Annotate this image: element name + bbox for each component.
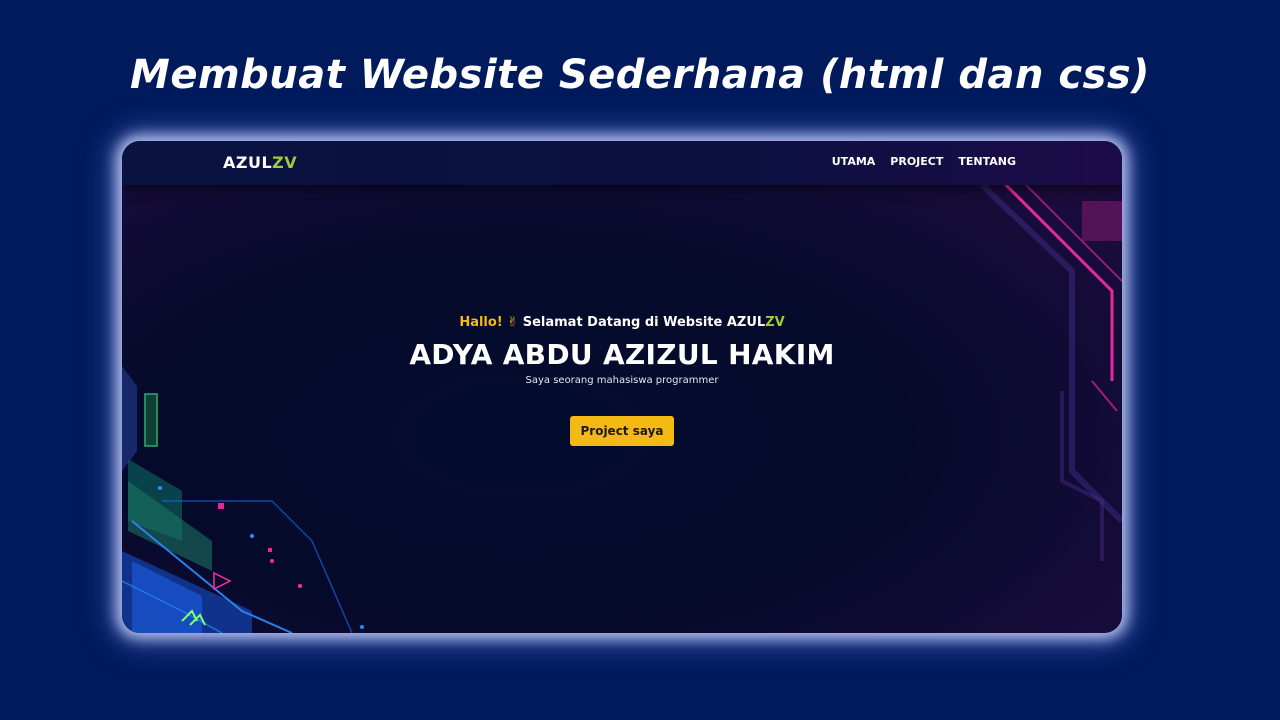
greeting-hallo: Hallo! [459, 315, 503, 330]
hero-section: Hallo! ✌ Selamat Datang di Website AZULZ… [122, 315, 1122, 446]
victory-hand-icon: ✌ [507, 315, 519, 330]
brand-accent-text: ZV [272, 153, 298, 172]
brand-text: AZUL [223, 153, 273, 172]
project-button[interactable]: Project saya [570, 416, 674, 446]
nav-link-tentang[interactable]: TENTANG [958, 155, 1016, 168]
hero-name: ADYA ABDU AZIZUL HAKIM [409, 338, 835, 371]
nav-link-utama[interactable]: UTAMA [832, 155, 876, 168]
website-screenshot-frame: AZULZV UTAMA PROJECT TENTANG Hallo! ✌ Se… [122, 141, 1122, 633]
greeting-text: Selamat Datang di Website AZUL [518, 315, 766, 330]
nav-links: UTAMA PROJECT TENTANG [832, 155, 1016, 168]
greeting-accent: ZV [765, 315, 785, 330]
brand-logo[interactable]: AZULZV [223, 153, 297, 172]
hero-subtitle: Saya seorang mahasiswa programmer [525, 375, 719, 386]
navbar: AZULZV UTAMA PROJECT TENTANG [122, 141, 1122, 185]
nav-link-project[interactable]: PROJECT [890, 155, 943, 168]
hero-greeting: Hallo! ✌ Selamat Datang di Website AZULZ… [122, 315, 1122, 330]
page-title: Membuat Website Sederhana (html dan css) [130, 52, 1150, 98]
